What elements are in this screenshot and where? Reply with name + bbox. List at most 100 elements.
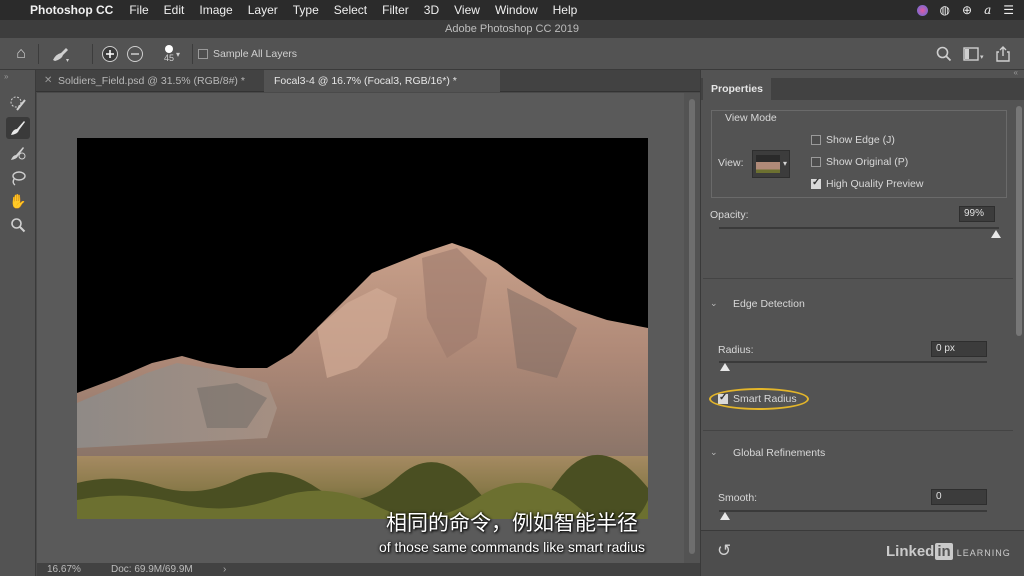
doc-size: Doc: 69.9M/69.9M <box>111 564 193 575</box>
zoom-level[interactable]: 16.67% <box>47 563 81 576</box>
show-original-checkbox[interactable] <box>811 157 821 168</box>
high-quality-preview-checkbox[interactable] <box>811 177 821 190</box>
show-edge-label: Show Edge (J) <box>826 134 895 146</box>
radius-slider-thumb[interactable] <box>720 363 730 371</box>
siri-icon[interactable] <box>916 4 928 16</box>
show-original-option[interactable]: Show Original (P) <box>811 156 908 168</box>
view-thumbnail <box>756 155 780 173</box>
brush-preset-picker[interactable]: ▾ <box>44 44 78 64</box>
add-to-selection-button[interactable] <box>100 44 120 64</box>
tab-label: Focal3-4 @ 16.7% (Focal3, RGB/16*) * <box>274 75 457 87</box>
opacity-input[interactable]: 99% <box>959 206 995 222</box>
menu-edit[interactable]: Edit <box>164 3 185 17</box>
menu-bar: Photoshop CC File Edit Image Layer Type … <box>0 0 1024 20</box>
subtitle-english: of those same commands like smart radius <box>378 539 646 555</box>
smart-radius-highlight <box>709 388 809 410</box>
view-mode-dropdown[interactable]: ▾ <box>752 150 790 178</box>
radius-input[interactable]: 0 px <box>931 341 987 357</box>
sample-all-layers-checkbox[interactable] <box>198 49 208 59</box>
properties-panel: « Properties View Mode View: ▾ Show Edge… <box>700 68 1024 576</box>
tab-label: Soldiers_Field.psd @ 31.5% (RGB/8#) * <box>58 75 245 87</box>
lasso-tool[interactable] <box>6 167 30 189</box>
globe-icon[interactable]: ⊕ <box>962 3 972 17</box>
mountain-photo <box>77 138 648 519</box>
status-menu-chevron-icon[interactable]: › <box>223 563 226 576</box>
show-edge-checkbox[interactable] <box>811 135 821 146</box>
view-label: View: <box>718 157 744 169</box>
menu-3d[interactable]: 3D <box>424 3 439 17</box>
quick-selection-tool[interactable] <box>6 92 30 114</box>
refine-edge-brush-icon <box>11 121 25 135</box>
chevron-down-icon[interactable]: ⌄ <box>710 447 718 458</box>
clock-icon[interactable]: ◍ <box>940 3 950 17</box>
brush-tip-icon <box>165 45 173 53</box>
refine-edge-brush-tool[interactable] <box>6 117 30 139</box>
smooth-input[interactable]: 0 <box>931 489 987 505</box>
chevron-down-icon: ▾ <box>782 159 787 168</box>
chevron-down-icon[interactable]: ▾ <box>173 44 183 64</box>
workspace-icon[interactable]: ▾ <box>962 44 988 64</box>
document-image[interactable] <box>77 138 648 519</box>
menu-file[interactable]: File <box>129 3 148 17</box>
chevron-down-icon[interactable]: ⌄ <box>710 298 718 309</box>
section-divider <box>703 278 1013 279</box>
lasso-tool-icon <box>12 171 26 186</box>
opacity-slider-track[interactable] <box>719 227 999 229</box>
close-icon[interactable]: ✕ <box>44 70 52 92</box>
panel-scrollbar[interactable] <box>1014 100 1024 540</box>
document-tabs: ✕ Soldiers_Field.psd @ 31.5% (RGB/8#) * … <box>36 70 700 92</box>
panel-collapse-icon[interactable]: » <box>4 72 8 81</box>
edge-detection-title[interactable]: Edge Detection <box>733 298 805 310</box>
menu-layer[interactable]: Layer <box>248 3 278 17</box>
tab-soldiers-field[interactable]: ✕ Soldiers_Field.psd @ 31.5% (RGB/8#) * <box>36 70 264 92</box>
menu-filter[interactable]: Filter <box>382 3 409 17</box>
menu-extras: ◍ ⊕ a ☰ <box>916 0 1014 20</box>
menu-select[interactable]: Select <box>334 3 367 17</box>
menu-app-name[interactable]: Photoshop CC <box>30 3 113 17</box>
sample-all-layers-label: Sample All Layers <box>213 48 298 60</box>
radius-slider-track[interactable] <box>719 361 987 363</box>
global-refinements-title[interactable]: Global Refinements <box>733 447 825 459</box>
list-icon[interactable]: ☰ <box>1003 3 1014 17</box>
menu-window[interactable]: Window <box>495 3 538 17</box>
sample-all-layers-option[interactable]: Sample All Layers <box>198 44 297 64</box>
share-icon[interactable] <box>992 44 1014 64</box>
opacity-slider-thumb[interactable] <box>991 230 1002 238</box>
section-divider <box>703 430 1013 431</box>
tools-panel: » ✋ <box>0 70 36 576</box>
menu-view[interactable]: View <box>454 3 480 17</box>
script-icon[interactable]: a <box>984 3 991 17</box>
show-original-label: Show Original (P) <box>826 156 909 168</box>
linkedin-learning-logo: Linked in LEARNING <box>886 543 1011 560</box>
menu-help[interactable]: Help <box>553 3 578 17</box>
zoom-tool[interactable] <box>6 214 30 236</box>
smooth-label: Smooth: <box>718 492 758 504</box>
high-quality-preview-option[interactable]: High Quality Preview <box>811 177 923 190</box>
menu-type[interactable]: Type <box>293 3 319 17</box>
view-mode-title: View Mode <box>725 112 777 124</box>
brush-tool[interactable] <box>6 142 30 164</box>
tab-focal3-4[interactable]: Focal3-4 @ 16.7% (Focal3, RGB/16*) * <box>264 70 500 92</box>
panel-collapse-icon[interactable]: « <box>1014 68 1018 77</box>
menu-image[interactable]: Image <box>199 3 232 17</box>
zoom-icon <box>11 218 26 233</box>
scrollbar-thumb[interactable] <box>689 99 695 554</box>
canvas-vertical-scrollbar[interactable] <box>684 93 700 563</box>
hand-tool[interactable]: ✋ <box>6 190 30 212</box>
scrollbar-thumb[interactable] <box>1016 106 1022 336</box>
svg-text:▾: ▾ <box>66 58 69 63</box>
show-edge-option[interactable]: Show Edge (J) <box>811 134 895 146</box>
window-title: Adobe Photoshop CC 2019 <box>0 20 1024 38</box>
quick-selection-tool-icon <box>10 96 26 111</box>
home-icon[interactable]: ⌂ <box>8 44 34 64</box>
search-icon[interactable] <box>934 44 954 64</box>
subtract-from-selection-button[interactable] <box>125 44 145 64</box>
hand-icon: ✋ <box>9 192 27 209</box>
status-bar: 16.67% Doc: 69.9M/69.9M › <box>37 563 700 576</box>
brush-tool-icon <box>11 147 26 160</box>
subtitle-chinese: 相同的命令，例如智能半径 <box>386 511 638 535</box>
options-bar: ⌂ ▾ 45 ▾ Sample All Layers ▾ <box>0 38 1024 70</box>
radius-label: Radius: <box>718 344 754 356</box>
tab-properties[interactable]: Properties <box>703 78 771 100</box>
add-selection-icon <box>102 46 118 62</box>
